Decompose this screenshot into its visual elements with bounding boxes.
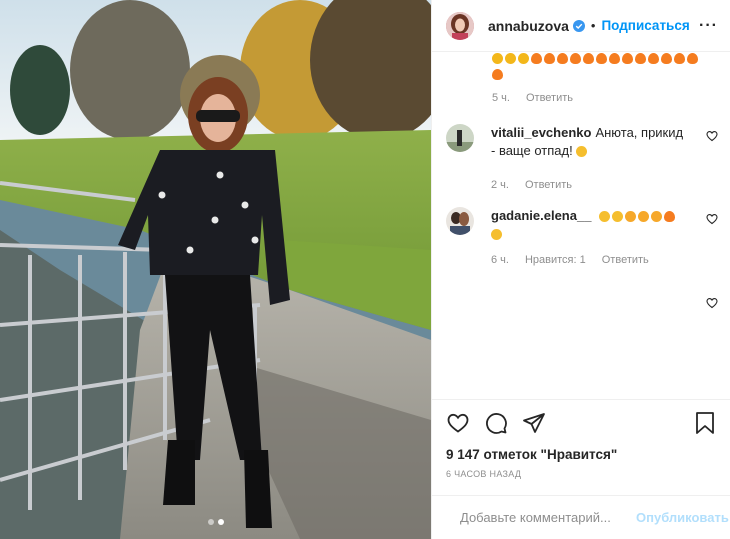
carousel-dot-active[interactable] bbox=[217, 519, 224, 525]
raised-hands-emoji-icon bbox=[599, 211, 611, 223]
comment-username[interactable]: vitalii_evchenko bbox=[491, 125, 591, 140]
heart-eyes-emoji-icon bbox=[625, 211, 637, 223]
caption-meta: 5 ч. Ответить bbox=[492, 90, 702, 106]
caption-emojis bbox=[492, 52, 702, 82]
caption-emoji-line: 5 ч. Ответить bbox=[492, 52, 702, 106]
comment-username[interactable]: gadanie.elena__ bbox=[491, 208, 591, 223]
comment-item: vitalii_evchenko Анюта, прикид - ваще отп… bbox=[446, 124, 718, 194]
comment-likes-count[interactable]: Нравится: 1 bbox=[525, 251, 586, 269]
star-emoji-icon bbox=[505, 52, 516, 64]
post-header: annabuzova • Подписаться ··· bbox=[432, 0, 730, 52]
heart-icon[interactable] bbox=[706, 130, 718, 142]
flame-emoji-icon bbox=[609, 52, 620, 64]
comment-reply-button[interactable]: Ответить bbox=[602, 251, 649, 269]
caption-time: 5 ч. bbox=[492, 92, 510, 104]
flame-emoji-icon bbox=[596, 52, 607, 64]
raised-hands-emoji-icon bbox=[612, 211, 624, 223]
fire-emoji-icon bbox=[664, 211, 676, 223]
post-photo-image bbox=[0, 0, 431, 539]
flame-emoji-icon bbox=[583, 52, 594, 64]
post-author-username[interactable]: annabuzova bbox=[488, 18, 569, 34]
share-icon[interactable] bbox=[522, 411, 546, 435]
flame-emoji-icon bbox=[531, 52, 542, 64]
comment-time: 2 ч. bbox=[491, 179, 509, 191]
clapping-emoji-icon bbox=[491, 229, 502, 241]
comment-icon[interactable] bbox=[484, 411, 508, 435]
star-emoji-icon bbox=[492, 52, 503, 64]
heart-eyes-emoji-icon bbox=[638, 211, 650, 223]
publish-button[interactable]: Опубликовать bbox=[636, 510, 729, 525]
flame-emoji-icon bbox=[557, 52, 568, 64]
carousel-indicator bbox=[0, 519, 431, 525]
post-container: annabuzova • Подписаться ··· 5 ч. Ответи… bbox=[0, 0, 730, 539]
post-actions bbox=[432, 399, 730, 445]
heart-icon[interactable] bbox=[706, 297, 718, 309]
flame-emoji-icon bbox=[687, 52, 698, 64]
comment-time: 6 ч. bbox=[491, 254, 509, 266]
header-separator: • bbox=[590, 18, 596, 33]
star-emoji-icon bbox=[518, 52, 529, 64]
avatar[interactable] bbox=[446, 11, 474, 40]
flame-emoji-icon bbox=[674, 52, 685, 64]
heart-icon[interactable] bbox=[706, 213, 718, 225]
comment-meta: 2 ч. Ответить bbox=[491, 176, 691, 194]
post-photo[interactable] bbox=[0, 0, 431, 539]
heart-eyes-emoji-icon bbox=[651, 211, 663, 223]
comment-avatar[interactable] bbox=[446, 207, 474, 235]
flame-emoji-icon bbox=[648, 52, 659, 64]
flame-emoji-icon bbox=[570, 52, 581, 64]
comment-reply-button[interactable]: Ответить bbox=[525, 176, 572, 194]
flame-emoji-icon bbox=[635, 52, 646, 64]
likes-count[interactable]: 9 147 отметок "Нравится" bbox=[432, 445, 730, 465]
flame-emoji-icon bbox=[622, 52, 633, 64]
carousel-dot[interactable] bbox=[207, 519, 214, 525]
comments-section[interactable]: 5 ч. Ответить vitalii_evchenko Анюта, при… bbox=[432, 52, 730, 399]
verified-badge-icon bbox=[572, 19, 585, 32]
comment-meta: 6 ч. Нравится: 1 Ответить bbox=[491, 251, 691, 269]
like-heart-icon[interactable] bbox=[446, 411, 470, 435]
comment-input[interactable] bbox=[460, 510, 636, 525]
bookmark-icon[interactable] bbox=[694, 411, 716, 435]
comment-body: gadanie.elena__ 6 ч. Нравится: 1 Ответит… bbox=[491, 207, 691, 269]
more-options-icon[interactable]: ··· bbox=[699, 17, 718, 34]
post-timestamp[interactable]: 6 ЧАСОВ НАЗАД bbox=[432, 465, 730, 495]
flame-emoji-icon bbox=[492, 68, 503, 80]
thumbs-up-emoji-icon bbox=[576, 146, 588, 158]
follow-button[interactable]: Подписаться bbox=[601, 18, 689, 33]
comment-avatar[interactable] bbox=[446, 124, 474, 152]
post-sidebar: annabuzova • Подписаться ··· 5 ч. Ответи… bbox=[431, 0, 730, 539]
add-comment-bar: Опубликовать bbox=[432, 495, 730, 539]
comment-item: gadanie.elena__ 6 ч. Нравится: 1 Ответит… bbox=[446, 207, 718, 269]
comment-body: vitalii_evchenko Анюта, прикид - ваще отп… bbox=[491, 124, 691, 194]
caption-reply-button[interactable]: Ответить bbox=[526, 90, 573, 106]
flame-emoji-icon bbox=[544, 52, 555, 64]
flame-emoji-icon bbox=[661, 52, 672, 64]
